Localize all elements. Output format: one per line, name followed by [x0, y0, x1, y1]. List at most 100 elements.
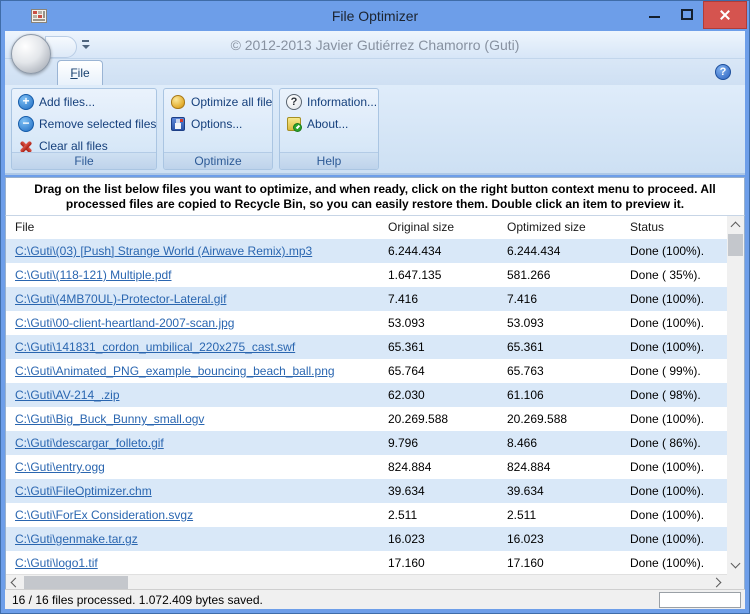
file-cell: C:\Guti\AV-214_.zip	[6, 386, 386, 404]
ribbon-group-caption-file: File	[12, 152, 156, 169]
status-cell: Done ( 98%).	[626, 388, 727, 402]
file-list: File Original size Optimized size Status…	[5, 215, 745, 591]
status-cell: Done (100%).	[626, 340, 727, 354]
column-header-file[interactable]: File	[6, 216, 386, 239]
horizontal-scrollbar-thumb[interactable]	[24, 576, 128, 589]
information-label: Information...	[307, 95, 377, 109]
table-row[interactable]: C:\Guti\AV-214_.zip 62.030 61.106 Done (…	[6, 383, 727, 407]
titlebar: File Optimizer	[1, 1, 749, 31]
optimized-size-cell: 17.160	[504, 556, 626, 570]
table-row[interactable]: C:\Guti\Animated_PNG_example_bouncing_be…	[6, 359, 727, 383]
close-icon	[719, 9, 731, 21]
table-row[interactable]: C:\Guti\(03) [Push] Strange World (Airwa…	[6, 239, 727, 263]
table-row[interactable]: C:\Guti\(4MB70UL)-Protector-Lateral.gif …	[6, 287, 727, 311]
table-row[interactable]: C:\Guti\141831_cordon_umbilical_220x275_…	[6, 335, 727, 359]
file-cell: C:\Guti\FileOptimizer.chm	[6, 482, 386, 500]
remove-selected-files-label: Remove selected files	[39, 117, 156, 131]
file-link[interactable]: C:\Guti\141831_cordon_umbilical_220x275_…	[15, 340, 295, 354]
file-link[interactable]: C:\Guti\descargar_folleto.gif	[15, 436, 164, 450]
file-link[interactable]: C:\Guti\logo1.tif	[15, 556, 98, 570]
column-header-status[interactable]: Status	[626, 216, 727, 239]
file-cell: C:\Guti\descargar_folleto.gif	[6, 434, 386, 452]
file-link[interactable]: C:\Guti\ForEx Consideration.svgz	[15, 508, 193, 522]
ribbon-group-caption-help: Help	[280, 152, 378, 169]
status-cell: Done (100%).	[626, 244, 727, 258]
table-row[interactable]: C:\Guti\logo1.tif 17.160 17.160 Done (10…	[6, 551, 727, 574]
tab-file[interactable]: File	[57, 60, 103, 85]
column-header-optimized-size[interactable]: Optimized size	[504, 216, 626, 239]
minimize-icon	[649, 16, 660, 18]
file-link[interactable]: C:\Guti\(118-121) Multiple.pdf	[15, 268, 172, 282]
file-link[interactable]: C:\Guti\genmake.tar.gz	[15, 532, 138, 546]
scroll-up-icon[interactable]	[727, 216, 744, 233]
help-icon[interactable]: ?	[715, 64, 731, 80]
remove-selected-files-button[interactable]: − Remove selected files	[12, 113, 156, 135]
vertical-scrollbar-thumb[interactable]	[728, 234, 743, 256]
status-cell: Done (100%).	[626, 532, 727, 546]
vertical-scrollbar[interactable]	[727, 216, 744, 574]
add-files-label: Add files...	[39, 95, 95, 109]
information-button[interactable]: ? Information...	[280, 91, 378, 113]
ribbon: + Add files... − Remove selected files C…	[5, 85, 745, 175]
status-cell: Done (100%).	[626, 460, 727, 474]
remove-icon: −	[18, 116, 34, 132]
file-link[interactable]: C:\Guti\Big_Buck_Bunny_small.ogv	[15, 412, 204, 426]
qat-dropdown-icon[interactable]	[81, 39, 91, 51]
table-row[interactable]: C:\Guti\ForEx Consideration.svgz 2.511 2…	[6, 503, 727, 527]
table-row[interactable]: C:\Guti\entry.ogg 824.884 824.884 Done (…	[6, 455, 727, 479]
status-cell: Done ( 86%).	[626, 436, 727, 450]
minimize-button[interactable]	[639, 1, 671, 29]
file-link[interactable]: C:\Guti\(03) [Push] Strange World (Airwa…	[15, 244, 312, 258]
file-cell: C:\Guti\logo1.tif	[6, 554, 386, 572]
table-row[interactable]: C:\Guti\00-client-heartland-2007-scan.jp…	[6, 311, 727, 335]
maximize-button[interactable]	[671, 1, 703, 29]
file-link[interactable]: C:\Guti\AV-214_.zip	[15, 388, 120, 402]
horizontal-scrollbar[interactable]	[6, 574, 727, 590]
table-row[interactable]: C:\Guti\Big_Buck_Bunny_small.ogv 20.269.…	[6, 407, 727, 431]
ribbon-group-file: + Add files... − Remove selected files C…	[11, 88, 157, 170]
file-cell: C:\Guti\(118-121) Multiple.pdf	[6, 266, 386, 284]
file-link[interactable]: C:\Guti\entry.ogg	[15, 460, 105, 474]
original-size-cell: 62.030	[386, 388, 504, 402]
optimize-all-files-label: Optimize all files	[191, 95, 273, 109]
file-link[interactable]: C:\Guti\00-client-heartland-2007-scan.jp…	[15, 316, 234, 330]
optimized-size-cell: 65.361	[504, 340, 626, 354]
table-row[interactable]: C:\Guti\descargar_folleto.gif 9.796 8.46…	[6, 431, 727, 455]
table-row[interactable]: C:\Guti\(118-121) Multiple.pdf 1.647.135…	[6, 263, 727, 287]
file-link[interactable]: C:\Guti\Animated_PNG_example_bouncing_be…	[15, 364, 335, 378]
original-size-cell: 824.884	[386, 460, 504, 474]
original-size-cell: 2.511	[386, 508, 504, 522]
optimized-size-cell: 7.416	[504, 292, 626, 306]
file-cell: C:\Guti\(4MB70UL)-Protector-Lateral.gif	[6, 290, 386, 308]
add-files-button[interactable]: + Add files...	[12, 91, 156, 113]
optimized-size-cell: 824.884	[504, 460, 626, 474]
close-button[interactable]	[703, 1, 747, 29]
scroll-down-icon[interactable]	[727, 557, 744, 574]
ribbon-tab-row: File ?	[5, 59, 745, 85]
file-cell: C:\Guti\ForEx Consideration.svgz	[6, 506, 386, 524]
application-orb-button[interactable]	[11, 34, 51, 74]
original-size-cell: 9.796	[386, 436, 504, 450]
list-header: File Original size Optimized size Status	[6, 216, 727, 239]
file-cell: C:\Guti\00-client-heartland-2007-scan.jp…	[6, 314, 386, 332]
status-cell: Done ( 35%).	[626, 268, 727, 282]
ribbon-group-optimize: Optimize all files Options... Optimize	[163, 88, 273, 170]
about-button[interactable]: About...	[280, 113, 378, 135]
options-button[interactable]: Options...	[164, 113, 272, 135]
options-icon	[170, 116, 186, 132]
copyright-text: © 2012-2013 Javier Gutiérrez Chamorro (G…	[5, 31, 745, 59]
scrollbar-corner	[727, 574, 744, 590]
ribbon-group-caption-optimize: Optimize	[164, 152, 272, 169]
column-header-original-size[interactable]: Original size	[386, 216, 504, 239]
quick-access-strip: © 2012-2013 Javier Gutiérrez Chamorro (G…	[5, 31, 745, 59]
table-row[interactable]: C:\Guti\FileOptimizer.chm 39.634 39.634 …	[6, 479, 727, 503]
file-link[interactable]: C:\Guti\(4MB70UL)-Protector-Lateral.gif	[15, 292, 226, 306]
file-link[interactable]: C:\Guti\FileOptimizer.chm	[15, 484, 152, 498]
original-size-cell: 16.023	[386, 532, 504, 546]
table-row[interactable]: C:\Guti\genmake.tar.gz 16.023 16.023 Don…	[6, 527, 727, 551]
file-cell: C:\Guti\Big_Buck_Bunny_small.ogv	[6, 410, 386, 428]
file-cell: C:\Guti\Animated_PNG_example_bouncing_be…	[6, 362, 386, 380]
original-size-cell: 53.093	[386, 316, 504, 330]
file-cell: C:\Guti\entry.ogg	[6, 458, 386, 476]
optimize-all-files-button[interactable]: Optimize all files	[164, 91, 272, 113]
